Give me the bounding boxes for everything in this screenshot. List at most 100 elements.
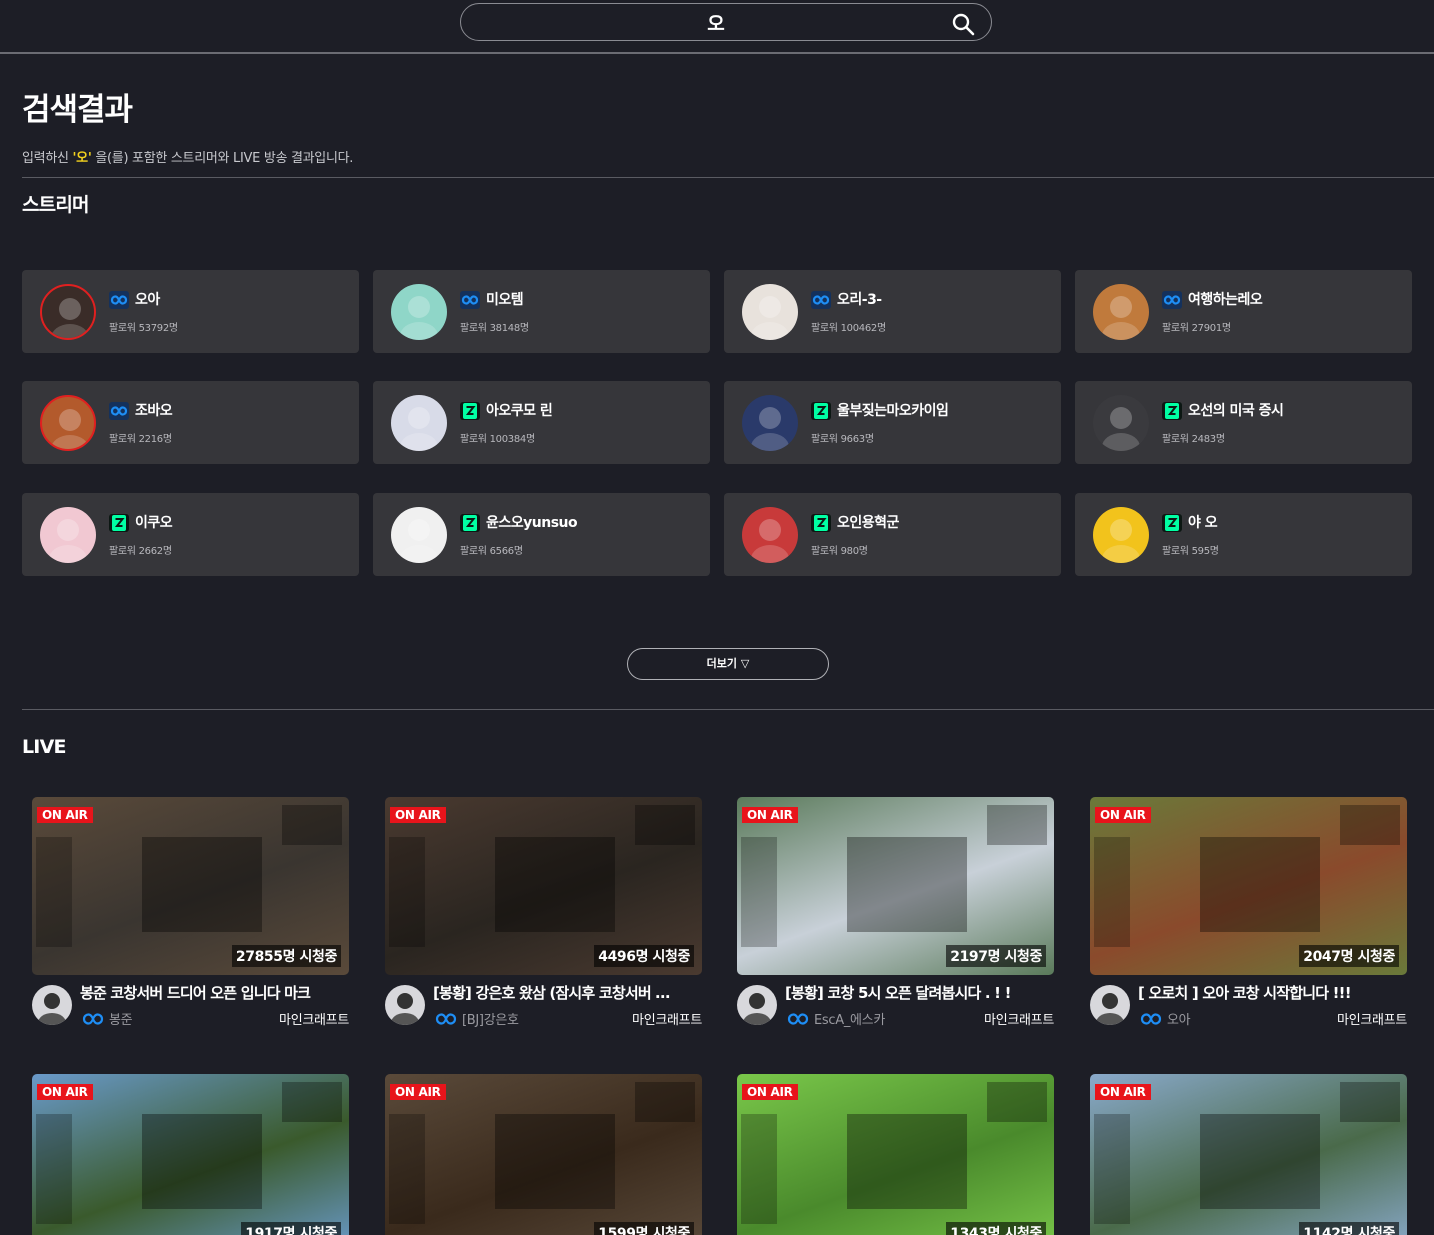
- viewer-count: 1343명 시청중: [946, 1222, 1046, 1235]
- streamer-avatar[interactable]: [391, 284, 447, 340]
- streamer-name[interactable]: 오선의 미국 증시: [1188, 400, 1284, 420]
- streamer-avatar[interactable]: [1093, 395, 1149, 451]
- live-category[interactable]: 마인크래프트: [954, 1009, 1054, 1028]
- desc-suffix: 을(를) 포함한 스트리머와 LIVE 방송 결과입니다.: [95, 151, 354, 166]
- live-thumbnail[interactable]: ON AIR 1142명 시청중: [1090, 1074, 1407, 1235]
- live-category[interactable]: 마인크래프트: [602, 1009, 702, 1028]
- streamer-name[interactable]: 이쿠오: [135, 512, 173, 532]
- live-title[interactable]: [봉황] 코창 5시 오픈 달려봅시다 . ! !: [785, 982, 1057, 1003]
- live-thumbnail[interactable]: ON AIR 27855명 시청중: [32, 797, 349, 975]
- follower-count: 팔로워 6566명: [460, 546, 523, 557]
- streamer-name[interactable]: 아오쿠모 린: [486, 400, 553, 420]
- streamer-card[interactable]: 야 오팔로워 595명: [1075, 493, 1412, 576]
- chzzk-platform-icon: [811, 514, 831, 532]
- live-streamer-avatar[interactable]: [1090, 985, 1130, 1025]
- streamer-name[interactable]: 오아: [135, 289, 160, 309]
- streamer-card[interactable]: 오인용혁군팔로워 980명: [724, 493, 1061, 576]
- live-thumbnail[interactable]: ON AIR 2047명 시청중: [1090, 797, 1407, 975]
- live-streamer-avatar[interactable]: [32, 985, 72, 1025]
- streamer-avatar[interactable]: [391, 395, 447, 451]
- viewer-count: 1917명 시청중: [241, 1222, 341, 1235]
- on-air-badge: ON AIR: [1095, 1084, 1151, 1100]
- search-icon[interactable]: [951, 12, 975, 36]
- streamer-avatar[interactable]: [391, 507, 447, 563]
- follower-count: 팔로워 27901명: [1162, 323, 1231, 334]
- streamer-name[interactable]: 미오템: [486, 289, 524, 309]
- streamer-name[interactable]: 오리-3-: [837, 289, 882, 309]
- follower-count: 팔로워 9663명: [811, 434, 874, 445]
- chzzk-platform-icon: [1162, 402, 1182, 420]
- live-title[interactable]: [봉황] 강은호 왔삼 (잠시후 코창서버 …: [433, 982, 705, 1003]
- soop-platform-icon: [435, 1011, 457, 1025]
- streamer-avatar[interactable]: [40, 395, 96, 451]
- page-title: 검색결과: [22, 92, 133, 128]
- streamer-name[interactable]: 오인용혁군: [837, 512, 899, 532]
- viewer-count: 2197명 시청중: [946, 945, 1046, 967]
- on-air-badge: ON AIR: [390, 807, 446, 823]
- desc-prefix: 입력하신: [22, 151, 69, 166]
- live-category[interactable]: 마인크래프트: [1307, 1009, 1407, 1028]
- live-thumbnail[interactable]: ON AIR 1917명 시청중: [32, 1074, 349, 1235]
- live-thumbnail[interactable]: ON AIR 1599명 시청중: [385, 1074, 702, 1235]
- follower-count: 팔로워 100384명: [460, 434, 535, 445]
- on-air-badge: ON AIR: [1095, 807, 1151, 823]
- streamer-card[interactable]: 여행하는레오팔로워 27901명: [1075, 270, 1412, 353]
- on-air-badge: ON AIR: [37, 1084, 93, 1100]
- streamer-avatar[interactable]: [742, 507, 798, 563]
- live-title[interactable]: 봉준 코창서버 드디어 오픈 입니다 마크: [80, 982, 352, 1003]
- streamer-card[interactable]: 오선의 미국 증시팔로워 2483명: [1075, 381, 1412, 464]
- soop-platform-icon: [811, 291, 831, 309]
- follower-count: 팔로워 980명: [811, 546, 868, 557]
- chzzk-platform-icon: [460, 402, 480, 420]
- live-streamer-avatar[interactable]: [385, 985, 425, 1025]
- on-air-badge: ON AIR: [742, 1084, 798, 1100]
- live-title[interactable]: [ 오로치 ] 오아 코창 시작합니다 !!!: [1138, 982, 1410, 1003]
- streamer-card[interactable]: 오아팔로워 53792명: [22, 270, 359, 353]
- streamer-name[interactable]: 야 오: [1188, 512, 1218, 532]
- live-streamer-avatar[interactable]: [737, 985, 777, 1025]
- search-input[interactable]: [481, 8, 951, 36]
- follower-count: 팔로워 38148명: [460, 323, 529, 334]
- streamer-avatar[interactable]: [1093, 507, 1149, 563]
- streamer-name[interactable]: 조바오: [135, 400, 173, 420]
- live-thumbnail[interactable]: ON AIR 1343명 시청중: [737, 1074, 1054, 1235]
- streamer-avatar[interactable]: [742, 284, 798, 340]
- more-button[interactable]: 더보기 ▽: [627, 648, 829, 680]
- streamer-card[interactable]: 울부짖는마오카이임팔로워 9663명: [724, 381, 1061, 464]
- streamer-avatar[interactable]: [40, 507, 96, 563]
- streamer-avatar[interactable]: [742, 395, 798, 451]
- chzzk-platform-icon: [811, 402, 831, 420]
- on-air-badge: ON AIR: [390, 1084, 446, 1100]
- follower-count: 팔로워 53792명: [109, 323, 178, 334]
- streamer-card[interactable]: 이쿠오 팔로워 2662명: [22, 493, 359, 576]
- result-description: 입력하신 '오' 을(를) 포함한 스트리머와 LIVE 방송 결과입니다.: [22, 147, 353, 166]
- search-box[interactable]: [460, 3, 992, 41]
- soop-platform-icon: [460, 291, 480, 309]
- viewer-count: 1142명 시청중: [1299, 1222, 1399, 1235]
- live-thumbnail[interactable]: ON AIR 4496명 시청중: [385, 797, 702, 975]
- streamer-avatar[interactable]: [40, 284, 96, 340]
- live-streamer-name[interactable]: 봉준: [109, 1009, 133, 1028]
- streamer-name[interactable]: 울부짖는마오카이임: [837, 400, 949, 420]
- streamer-card[interactable]: 미오템팔로워 38148명: [373, 270, 710, 353]
- streamer-card[interactable]: 윤스오yunsuo 팔로워 6566명: [373, 493, 710, 576]
- streamer-name[interactable]: 윤스오yunsuo: [486, 512, 578, 532]
- streamer-name[interactable]: 여행하는레오: [1188, 289, 1263, 309]
- divider: [22, 709, 1434, 710]
- viewer-count: 4496명 시청중: [594, 945, 694, 967]
- live-streamer-name[interactable]: [BJ]강은호: [462, 1009, 519, 1028]
- streamer-card[interactable]: 조바오팔로워 2216명: [22, 381, 359, 464]
- on-air-badge: ON AIR: [37, 807, 93, 823]
- live-category[interactable]: 마인크래프트: [249, 1009, 349, 1028]
- follower-count: 팔로워 595명: [1162, 546, 1219, 557]
- follower-count: 팔로워 2483명: [1162, 434, 1225, 445]
- viewer-count: 1599명 시청중: [594, 1222, 694, 1235]
- streamer-card[interactable]: 오리-3- 팔로워 100462명: [724, 270, 1061, 353]
- live-streamer-name[interactable]: 오아: [1167, 1009, 1191, 1028]
- on-air-badge: ON AIR: [742, 807, 798, 823]
- live-streamer-name[interactable]: EscA_에스카: [814, 1009, 885, 1028]
- streamer-avatar[interactable]: [1093, 284, 1149, 340]
- follower-count: 팔로워 2216명: [109, 434, 172, 445]
- streamer-card[interactable]: 아오쿠모 린팔로워 100384명: [373, 381, 710, 464]
- live-thumbnail[interactable]: ON AIR 2197명 시청중: [737, 797, 1054, 975]
